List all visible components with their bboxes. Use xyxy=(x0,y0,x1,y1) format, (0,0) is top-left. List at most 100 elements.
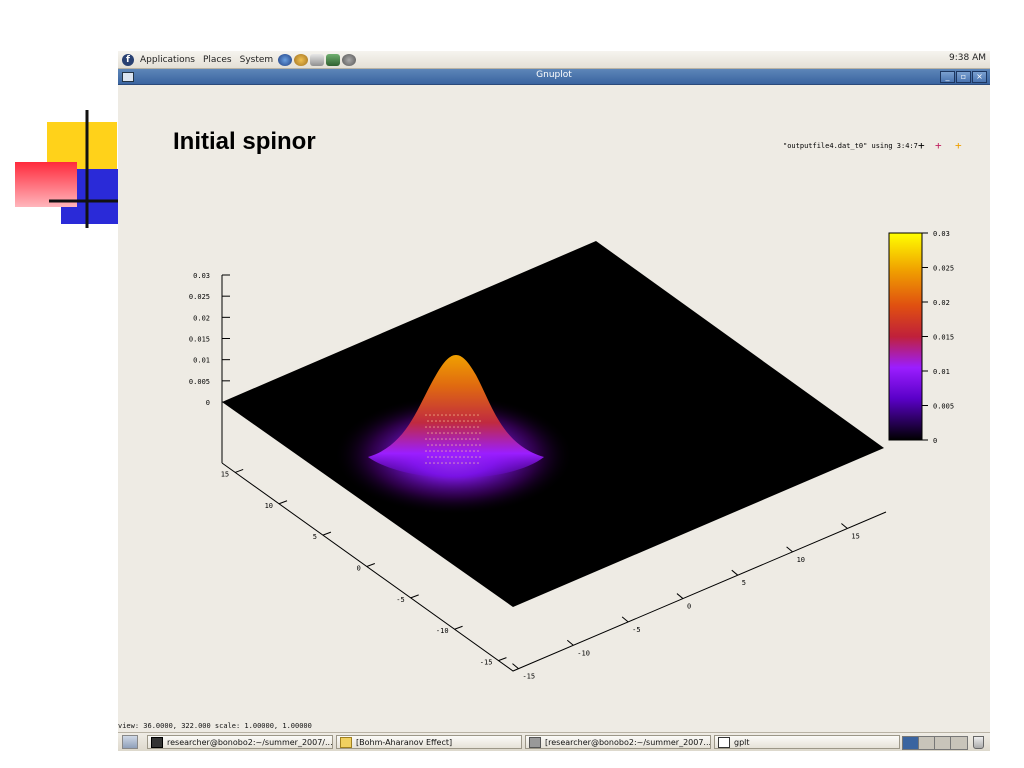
grid-point xyxy=(459,456,461,458)
grid-point xyxy=(453,462,455,464)
colorbar-tick-label: 0.025 xyxy=(933,265,954,273)
minimize-button[interactable]: _ xyxy=(940,71,955,83)
grid-point xyxy=(475,444,477,446)
grid-point xyxy=(457,450,459,452)
colorbar-tick-label: 0 xyxy=(933,437,937,445)
z-axis-tick-label: 0.015 xyxy=(189,336,210,344)
gnuplot-canvas[interactable]: Initial spinor "outputfile4.dat_t0" usin… xyxy=(118,85,990,721)
places-menu[interactable]: Places xyxy=(199,55,236,65)
x-axis-tick xyxy=(454,625,463,630)
grid-point xyxy=(477,426,479,428)
colorbar-tick-label: 0.01 xyxy=(933,368,950,376)
colorbar-tick-label: 0.02 xyxy=(933,299,950,307)
x-axis-tick xyxy=(278,500,288,505)
x-axis-tick xyxy=(366,563,375,567)
maximize-button[interactable]: ▫ xyxy=(956,71,971,83)
close-button[interactable]: × xyxy=(972,71,987,83)
grid-point xyxy=(443,444,445,446)
window-titlebar[interactable]: Gnuplot _ ▫ × xyxy=(118,69,990,85)
grid-point xyxy=(449,462,451,464)
grid-point xyxy=(429,414,431,416)
grid-point xyxy=(445,438,447,440)
grid-point xyxy=(451,432,453,434)
plot-legend: "outputfile4.dat_t0" using 3:4:7 xyxy=(783,142,918,150)
grid-point xyxy=(431,444,433,446)
grid-point xyxy=(469,414,471,416)
network-icon[interactable] xyxy=(342,53,357,66)
grid-point xyxy=(463,456,465,458)
grid-point xyxy=(433,414,435,416)
colorbar xyxy=(888,232,923,441)
taskbar-item-gplt[interactable]: gplt xyxy=(714,735,900,749)
grid-point xyxy=(441,438,443,440)
x-axis-tick xyxy=(234,468,244,473)
grid-point xyxy=(477,414,479,416)
x-axis-tick-label: -5 xyxy=(396,596,404,604)
grid-point xyxy=(455,456,457,458)
grid-point xyxy=(477,438,479,440)
terminal-icon xyxy=(151,737,163,748)
taskbar-item-terminal-2[interactable]: [researcher@bonobo2:~/summer_2007... xyxy=(525,735,711,749)
grid-point xyxy=(449,450,451,452)
y-axis-tick-label: 10 xyxy=(797,556,805,564)
system-menu[interactable]: System xyxy=(236,55,278,65)
grid-point xyxy=(463,420,465,422)
grid-point xyxy=(469,438,471,440)
grid-point xyxy=(479,456,481,458)
grid-point xyxy=(431,456,433,458)
z-axis-tick-label: 0.01 xyxy=(193,357,210,365)
grid-point xyxy=(467,444,469,446)
text-editor-icon[interactable] xyxy=(310,53,325,66)
y-axis-tick-label: -15 xyxy=(522,673,535,681)
grid-point xyxy=(463,444,465,446)
grid-point xyxy=(445,414,447,416)
grid-point xyxy=(433,426,435,428)
x-axis-tick xyxy=(410,594,419,599)
grid-point xyxy=(443,420,445,422)
y-axis-tick xyxy=(676,593,684,599)
email-client-icon[interactable] xyxy=(294,53,309,66)
y-axis-tick-label: 5 xyxy=(742,579,746,587)
taskbar-item-presentation[interactable]: [Bohm-Aharanov Effect] xyxy=(336,735,522,749)
grid-point xyxy=(459,420,461,422)
grid-point xyxy=(471,456,473,458)
grid-point xyxy=(427,420,429,422)
grid-point xyxy=(461,426,463,428)
x-axis-tick-label: 10 xyxy=(265,502,273,510)
show-desktop-icon[interactable] xyxy=(122,735,138,749)
grid-point xyxy=(465,438,467,440)
z-axis-tick-label: 0 xyxy=(206,399,210,407)
grid-point xyxy=(473,414,475,416)
desktop-screen: f Applications Places System 9:38 AM Gnu… xyxy=(118,51,990,751)
taskbar-item-terminal-1[interactable]: researcher@bonobo2:~/summer_2007/... xyxy=(147,735,333,749)
grid-point xyxy=(433,438,435,440)
y-axis-tick-label: 15 xyxy=(851,532,859,540)
panel-clock[interactable]: 9:38 AM xyxy=(949,53,986,63)
grid-point xyxy=(471,432,473,434)
grid-point xyxy=(467,456,469,458)
grid-point xyxy=(429,438,431,440)
grid-point xyxy=(443,456,445,458)
grid-point xyxy=(449,438,451,440)
grid-point xyxy=(435,456,437,458)
grid-point xyxy=(441,450,443,452)
grid-point xyxy=(473,438,475,440)
grid-point xyxy=(469,462,471,464)
bottom-panel: researcher@bonobo2:~/summer_2007/... [Bo… xyxy=(118,732,990,751)
grid-point xyxy=(479,444,481,446)
x-axis-tick-label: 0 xyxy=(357,565,361,573)
grid-point xyxy=(441,414,443,416)
presentation-icon[interactable] xyxy=(326,53,341,66)
grid-point xyxy=(479,432,481,434)
applications-menu[interactable]: Applications xyxy=(136,55,199,65)
grid-point xyxy=(465,462,467,464)
workspace-4[interactable] xyxy=(950,736,968,750)
web-browser-icon[interactable] xyxy=(278,53,293,66)
fedora-logo-icon[interactable]: f xyxy=(122,53,134,66)
grid-point xyxy=(457,438,459,440)
y-axis-tick xyxy=(621,616,629,623)
z-axis-ticks: 0 0.005 0.01 0.015 0.02 0.025 0.03 xyxy=(189,272,230,407)
trash-icon[interactable] xyxy=(973,736,984,749)
legend-key-black: + xyxy=(918,139,925,152)
grid-point xyxy=(461,462,463,464)
